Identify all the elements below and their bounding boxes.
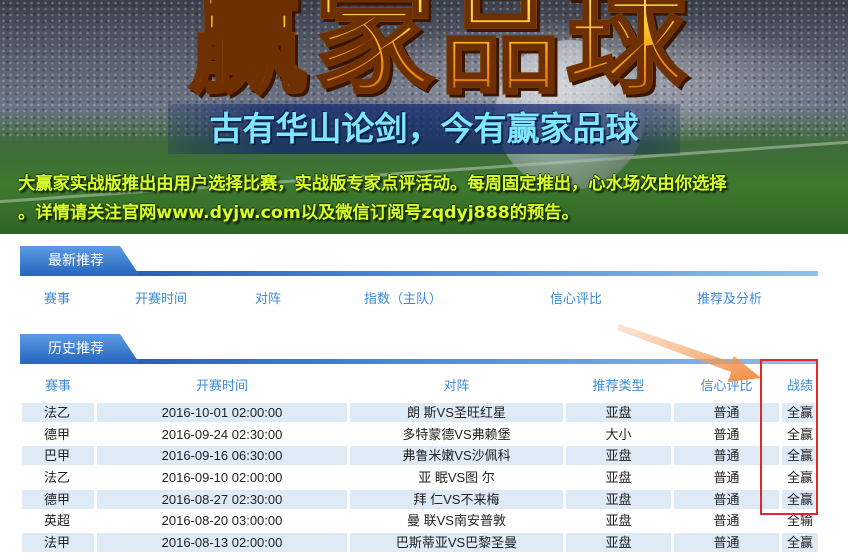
row-type: 亚盘 (566, 511, 671, 531)
row-league: 英超 (22, 511, 94, 531)
banner-slogan: 古有华山论剑，今有赢家品球 (168, 104, 680, 154)
table-row[interactable]: 法甲 2016-08-13 02:00:00 巴斯蒂亚VS巴黎圣曼 亚盘 普通 … (20, 532, 818, 554)
section-divider (20, 271, 818, 276)
banner-title: 赢家品球 (187, 0, 692, 111)
row-result: 全赢 (782, 446, 818, 466)
row-result: 全赢 (782, 533, 818, 553)
row-confidence: 普通 (674, 511, 779, 531)
banner-description-line-1: 大赢家实战版推出由用户选择比赛，实战版专家点评活动。每周固定推出，心水场次由你选… (18, 174, 727, 194)
latest-col-league: 赛事 (44, 292, 71, 307)
history-col-kickoff: 开赛时间 (195, 379, 248, 394)
row-result: 全赢 (782, 403, 818, 422)
history-col-match: 对阵 (443, 379, 470, 394)
history-col-result: 战绩 (786, 379, 813, 394)
banner-description: 大赢家实战版推出由用户选择比赛，实战版专家点评活动。每周固定推出，心水场次由你选… (18, 170, 838, 228)
row-match: 多特蒙德VS弗赖堡 (350, 424, 563, 444)
row-result: 全赢 (782, 424, 818, 444)
row-type: 亚盘 (566, 533, 671, 553)
table-row[interactable]: 巴甲 2016-09-16 06:30:00 弗鲁米嫩VS沙佩科 亚盘 普通 全… (20, 445, 818, 467)
row-kickoff: 2016-09-16 06:30:00 (97, 446, 347, 466)
latest-section-bar: 最新推荐 (20, 246, 818, 276)
row-kickoff: 2016-08-20 03:00:00 (97, 511, 347, 531)
tab-latest-label: 最新推荐 (48, 253, 104, 269)
latest-col-analysis: 推荐及分析 (697, 292, 763, 307)
row-league: 法乙 (22, 403, 94, 422)
history-col-league: 赛事 (44, 379, 71, 394)
row-kickoff: 2016-08-13 02:00:00 (97, 533, 347, 553)
row-match: 朗 斯VS圣旺红星 (350, 403, 563, 422)
row-league: 法甲 (22, 533, 94, 553)
row-result: 全输 (782, 511, 818, 531)
row-confidence: 普通 (674, 446, 779, 466)
row-confidence: 普通 (674, 533, 779, 553)
latest-col-match: 对阵 (255, 292, 282, 307)
row-type: 亚盘 (566, 489, 671, 509)
row-match: 弗鲁米嫩VS沙佩科 (350, 446, 563, 466)
row-league: 巴甲 (22, 446, 94, 466)
row-match: 巴斯蒂亚VS巴黎圣曼 (350, 533, 563, 553)
row-confidence: 普通 (674, 424, 779, 444)
row-kickoff: 2016-09-24 02:30:00 (97, 424, 347, 444)
row-match: 拜 仁VS不来梅 (350, 489, 563, 509)
table-row[interactable]: 英超 2016-08-20 03:00:00 曼 联VS南安普敦 亚盘 普通 全… (20, 510, 818, 532)
latest-col-confidence: 信心评比 (550, 292, 603, 307)
row-match: 亚 眠VS图 尔 (350, 468, 563, 488)
row-kickoff: 2016-09-10 02:00:00 (97, 468, 347, 488)
row-confidence: 普通 (674, 403, 779, 422)
annotation-arrow-icon (617, 324, 761, 382)
table-row[interactable]: 法乙 2016-10-01 02:00:00 朗 斯VS圣旺红星 亚盘 普通 全… (20, 402, 818, 424)
row-kickoff: 2016-10-01 02:00:00 (97, 403, 347, 422)
row-league: 法乙 (22, 468, 94, 488)
table-row[interactable]: 德甲 2016-09-24 02:30:00 多特蒙德VS弗赖堡 大小 普通 全… (20, 424, 818, 446)
row-result: 全赢 (782, 468, 818, 488)
table-row[interactable]: 法乙 2016-09-10 02:00:00 亚 眠VS图 尔 亚盘 普通 全赢 (20, 467, 818, 489)
latest-table-header: 赛事 开赛时间 对阵 指数（主队） 信心评比 推荐及分析 (20, 288, 818, 307)
row-result: 全赢 (782, 489, 818, 509)
table-row[interactable]: 德甲 2016-08-27 02:30:00 拜 仁VS不来梅 亚盘 普通 全赢 (20, 489, 818, 511)
row-league: 德甲 (22, 489, 94, 509)
latest-col-kickoff: 开赛时间 (135, 292, 188, 307)
row-type: 大小 (566, 424, 671, 444)
row-type: 亚盘 (566, 468, 671, 488)
row-kickoff: 2016-08-27 02:30:00 (97, 489, 347, 509)
row-confidence: 普通 (674, 468, 779, 488)
latest-col-odds: 指数（主队） (364, 292, 443, 307)
row-type: 亚盘 (566, 446, 671, 466)
banner-description-line-2: 。详情请关注官网www.dyjw.com以及微信订阅号zqdyj888的预告。 (18, 203, 579, 223)
row-match: 曼 联VS南安普敦 (350, 511, 563, 531)
tab-history-label: 历史推荐 (48, 341, 104, 357)
row-confidence: 普通 (674, 489, 779, 509)
history-table: 法乙 2016-10-01 02:00:00 朗 斯VS圣旺红星 亚盘 普通 全… (20, 402, 818, 554)
row-league: 德甲 (22, 424, 94, 444)
promo-banner: 赢家品球 古有华山论剑，今有赢家品球 大赢家实战版推出由用户选择比赛，实战版专家… (0, 0, 848, 234)
row-type: 亚盘 (566, 403, 671, 422)
